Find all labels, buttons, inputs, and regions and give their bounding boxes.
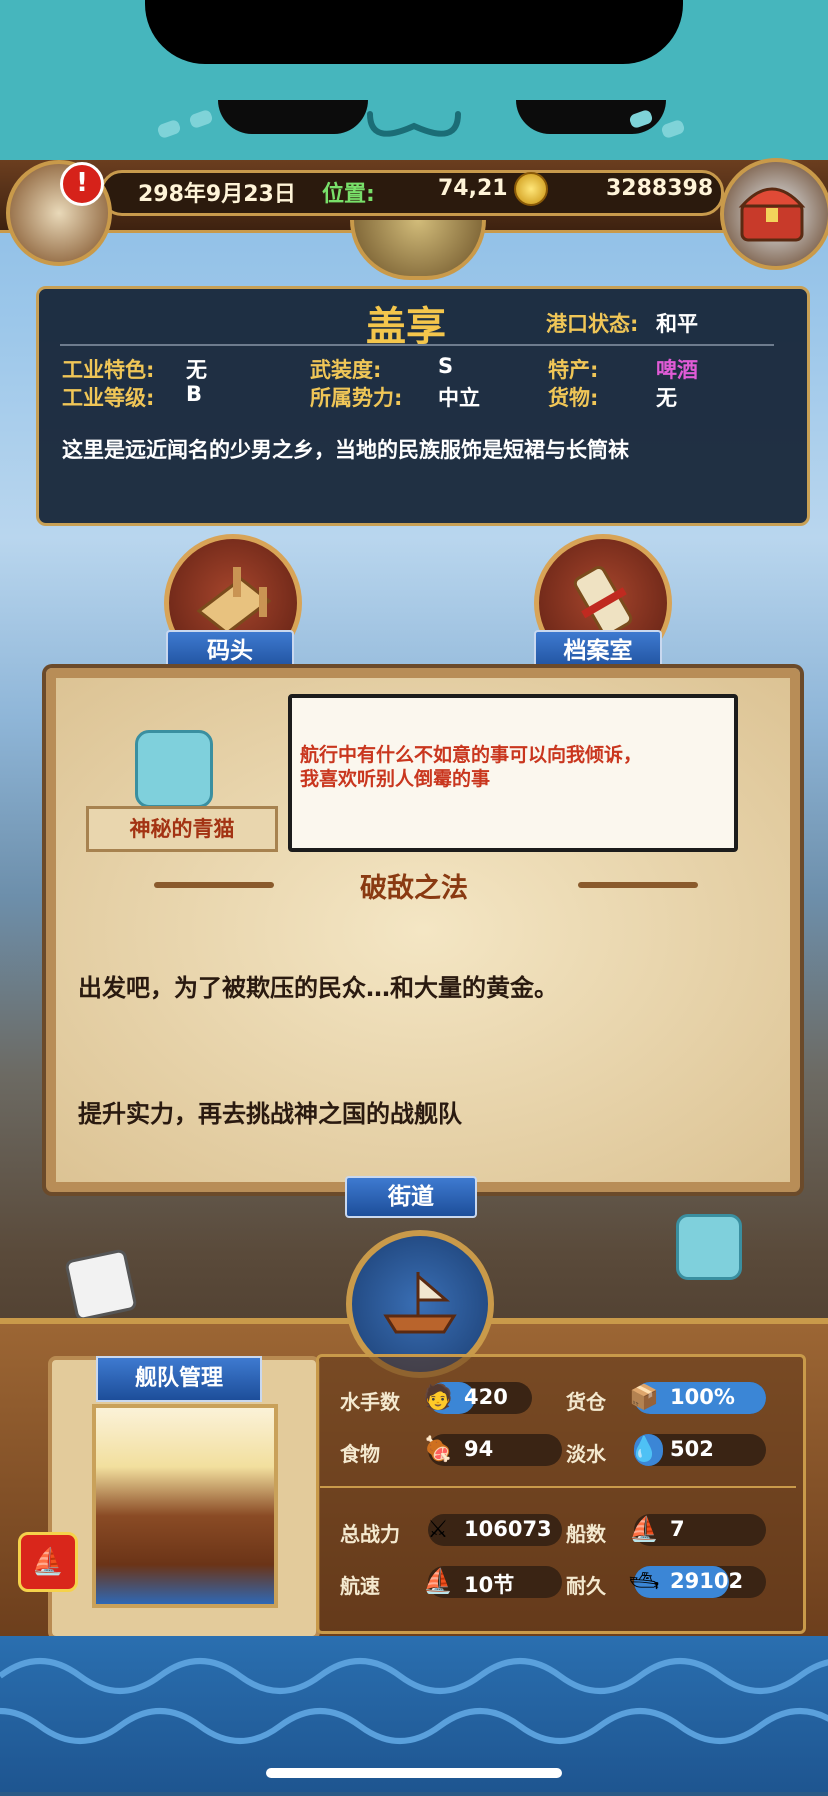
port-status-label: 港口状态: (546, 312, 639, 336)
water-icon: 💧 (629, 1435, 659, 1463)
stats-divider (320, 1486, 796, 1488)
swords-icon: ⚔ (427, 1515, 449, 1543)
industry-feature-label: 工业特色: (62, 358, 155, 382)
stat-value: 502 (670, 1437, 714, 1461)
cat-left-eye (218, 100, 368, 134)
device-notch (145, 0, 683, 64)
faction-label: 所属势力: (310, 386, 403, 410)
quick-sail-button[interactable]: ⛵ (18, 1532, 78, 1592)
home-indicator[interactable] (266, 1768, 562, 1778)
hull-icon: 🛥 (628, 1567, 660, 1595)
stat-water: 💧 502 (629, 1434, 766, 1466)
speaker-name: 神秘的青猫 (86, 806, 278, 852)
position-label: 位置: (322, 182, 375, 207)
stat-food: 🍖 94 (423, 1434, 562, 1466)
stat-power: ⚔ 106073 (427, 1514, 562, 1546)
goods-label: 货物: (548, 386, 599, 410)
stat-label: 货仓 (566, 1390, 606, 1414)
stat-value: 100% (670, 1385, 735, 1409)
stat-cargo: 📦 100% (629, 1382, 766, 1414)
stat-label: 船数 (566, 1522, 606, 1546)
stat-value: 420 (464, 1385, 508, 1409)
fleet-management-title[interactable]: 舰队管理 (96, 1356, 262, 1402)
ornament-right (578, 882, 698, 888)
armament-label: 武装度: (310, 358, 382, 382)
boat-icon: ⛵ (31, 1547, 65, 1577)
stat-value: 7 (670, 1517, 685, 1541)
specialty-label: 特产: (548, 358, 599, 382)
alert-icon[interactable]: ! (60, 162, 104, 206)
game-date: 298年9月23日 (138, 182, 296, 207)
stat-label: 食物 (340, 1442, 380, 1466)
treasure-chest-icon (738, 187, 806, 242)
goods-value: 无 (656, 386, 677, 410)
gold-coin-icon (514, 172, 548, 206)
faction-value: 中立 (438, 386, 480, 410)
sailor-icon: 🧑 (423, 1383, 453, 1411)
stat-sailors: 🧑 420 (423, 1382, 532, 1414)
port-status-value: 和平 (656, 312, 698, 336)
cat-mouth-icon (367, 111, 461, 137)
meat-icon: 🍖 (423, 1435, 453, 1463)
stat-label: 淡水 (566, 1442, 606, 1466)
dialog-line-2: 提升实力，再去挑战神之国的战舰队 (78, 1100, 462, 1128)
industry-feature-value: 无 (186, 358, 207, 382)
stat-label: 耐久 (566, 1574, 606, 1598)
industry-level-label: 工业等级: (62, 386, 155, 410)
specialty-value: 啤酒 (656, 358, 698, 382)
stat-value: 94 (464, 1437, 494, 1461)
quest-title: 破敌之法 (360, 873, 468, 904)
stat-label: 水手数 (340, 1390, 400, 1414)
white-cat-icon (64, 1248, 138, 1322)
stat-label: 总战力 (340, 1522, 400, 1546)
crate-icon: 📦 (629, 1383, 659, 1411)
port-description: 这里是远近闻名的少男之乡，当地的民族服饰是短裙与长筒袜 (62, 438, 629, 462)
speech-line-1: 航行中有什么不如意的事可以向我倾诉， (300, 744, 643, 766)
sail-icon: ⛵ (423, 1567, 453, 1595)
street-label[interactable]: 街道 (345, 1176, 477, 1218)
ship-illustration[interactable] (92, 1404, 278, 1608)
boat-icon: ⛵ (629, 1515, 659, 1543)
treasure-chest-button[interactable] (720, 158, 828, 270)
divider (60, 344, 774, 346)
blue-cat-small-icon (676, 1214, 742, 1280)
stat-speed: ⛵ 10节 (423, 1566, 562, 1598)
speech-line-2: 我喜欢听别人倒霉的事 (300, 768, 491, 790)
dialog-line-1: 出发吧，为了被欺压的民众…和大量的黄金。 (78, 974, 558, 1002)
stat-ships: ⛵ 7 (629, 1514, 766, 1546)
stat-durability: 🛥 29102 (629, 1566, 766, 1598)
ornament-left (154, 882, 274, 888)
industry-level-value: B (186, 382, 203, 406)
stat-label: 航速 (340, 1574, 380, 1598)
gold-amount: 3288398 (606, 176, 714, 201)
stat-value: 29102 (670, 1569, 744, 1593)
position-value: 74,21 (438, 176, 508, 201)
stat-value: 106073 (464, 1517, 552, 1541)
armament-value: S (438, 354, 454, 378)
ship-icon (383, 1272, 457, 1334)
stat-value: 10节 (464, 1573, 515, 1597)
blue-cat-icon (135, 730, 213, 808)
